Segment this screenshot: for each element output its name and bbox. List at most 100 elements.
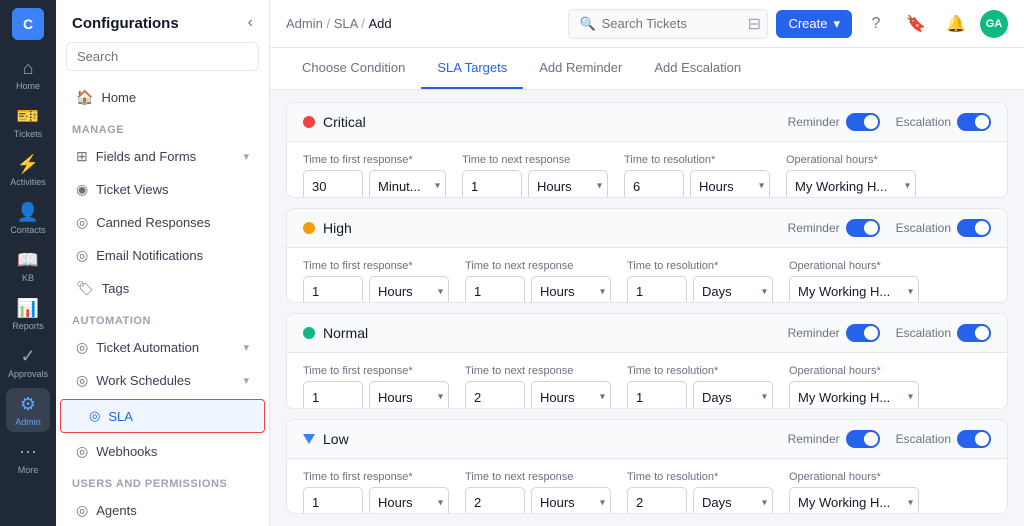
agents-icon: ◎ xyxy=(76,502,88,519)
low-op-hours-label: Operational hours* xyxy=(789,471,919,483)
sidebar-item-webhooks[interactable]: ◎ Webhooks xyxy=(60,435,265,468)
help-icon[interactable]: ? xyxy=(860,8,892,40)
sidebar-sla-label: SLA xyxy=(108,409,133,424)
nav-kb[interactable]: 📖 KB xyxy=(6,244,50,288)
low-next-response-input[interactable] xyxy=(465,487,525,515)
high-op-hours-select[interactable]: My Working H... xyxy=(789,276,919,304)
low-next-response-unit-select[interactable]: Hours Minutes Days xyxy=(531,487,611,515)
sla-card-normal-header: Normal Reminder Escalation xyxy=(287,314,1007,353)
high-reminder-toggle[interactable] xyxy=(846,219,880,237)
critical-op-hours-select[interactable]: My Working H... xyxy=(786,170,916,198)
high-resolution-unit-select[interactable]: Days Hours Minutes xyxy=(693,276,773,304)
sidebar-item-sla[interactable]: ◎ SLA xyxy=(60,399,265,433)
low-reminder-toggle[interactable] xyxy=(846,430,880,448)
high-first-response-unit-wrapper: Hours Minutes Days xyxy=(369,276,449,304)
create-label: Create xyxy=(788,16,827,31)
low-first-response-unit-select[interactable]: Hours Minutes Days xyxy=(369,487,449,515)
create-button[interactable]: Create ▾ xyxy=(776,10,852,38)
low-priority-triangle xyxy=(303,434,315,444)
critical-first-response-input[interactable] xyxy=(303,170,363,198)
normal-reminder-toggle[interactable] xyxy=(846,324,880,342)
critical-first-response-unit-wrapper: Minut... Hours Days xyxy=(369,170,446,198)
normal-next-response-input[interactable] xyxy=(465,381,525,409)
sidebar-search-input[interactable] xyxy=(66,42,259,71)
tab-sla-targets[interactable]: SLA Targets xyxy=(421,48,523,89)
high-first-response-unit-select[interactable]: Hours Minutes Days xyxy=(369,276,449,304)
normal-escalation-toggle[interactable] xyxy=(957,324,991,342)
critical-escalation-toggle[interactable] xyxy=(957,113,991,131)
nav-tickets[interactable]: 🎫 Tickets xyxy=(6,100,50,144)
notification-icon[interactable]: 🔔 xyxy=(940,8,972,40)
high-next-response-unit-select[interactable]: Hours Minutes Days xyxy=(531,276,611,304)
normal-resolution-unit-select[interactable]: Days Hours Minutes xyxy=(693,381,773,409)
tab-choose-condition[interactable]: Choose Condition xyxy=(286,48,421,89)
webhooks-icon: ◎ xyxy=(76,443,88,460)
search-input[interactable] xyxy=(602,16,742,31)
nav-reports[interactable]: 📊 Reports xyxy=(6,292,50,336)
filter-icon[interactable]: ⊟ xyxy=(748,14,761,34)
normal-op-hours-select[interactable]: My Working H... xyxy=(789,381,919,409)
sidebar-item-home[interactable]: 🏠 Home xyxy=(60,81,265,114)
critical-resolution-unit-select[interactable]: Hours Minutes Days xyxy=(690,170,770,198)
sidebar-item-tags[interactable]: 🏷 Tags xyxy=(60,272,265,305)
nav-activities[interactable]: ⚡ Activities xyxy=(6,148,50,192)
low-escalation-label: Escalation xyxy=(896,432,951,446)
critical-first-response-unit-select[interactable]: Minut... Hours Days xyxy=(369,170,446,198)
high-next-response-input[interactable] xyxy=(465,276,525,304)
nav-admin[interactable]: ⚙ Admin xyxy=(6,388,50,432)
normal-op-hours-wrapper: My Working H... xyxy=(789,381,919,409)
chevron-down-icon2: ▾ xyxy=(243,374,249,387)
normal-next-response-unit-select[interactable]: Hours Minutes Days xyxy=(531,381,611,409)
breadcrumb-current: Add xyxy=(368,16,391,31)
sidebar-item-email-notifications[interactable]: ◎ Email Notifications xyxy=(60,239,265,272)
ticket-views-icon: ◉ xyxy=(76,181,88,198)
normal-first-response-unit-select[interactable]: Hours Minutes Days xyxy=(369,381,449,409)
low-resolution-unit-select[interactable]: Days Hours Minutes xyxy=(693,487,773,515)
tab-add-reminder[interactable]: Add Reminder xyxy=(523,48,638,89)
nav-home[interactable]: ⌂ Home xyxy=(6,52,50,96)
normal-priority-dot xyxy=(303,327,315,339)
high-op-hours-label: Operational hours* xyxy=(789,260,919,272)
low-resolution-input[interactable] xyxy=(627,487,687,515)
low-escalation-toggle[interactable] xyxy=(957,430,991,448)
sla-card-high-header: High Reminder Escalation xyxy=(287,209,1007,248)
sidebar-item-work-schedules[interactable]: ◎ Work Schedules ▾ xyxy=(60,364,265,397)
nav-more[interactable]: ⋯ More xyxy=(6,436,50,480)
nav-approvals[interactable]: ✓ Approvals xyxy=(6,340,50,384)
critical-next-response: Time to next response Hours Minutes Days xyxy=(462,154,608,198)
normal-next-response-unit-wrapper: Hours Minutes Days xyxy=(531,381,611,409)
critical-next-response-unit-select[interactable]: Hours Minutes Days xyxy=(528,170,608,198)
sidebar-item-canned-responses[interactable]: ◎ Canned Responses xyxy=(60,206,265,239)
sidebar-item-fields-forms[interactable]: ⊞ Fields and Forms ▾ xyxy=(60,140,265,173)
sidebar-collapse-button[interactable]: ‹ xyxy=(248,14,253,32)
critical-op-hours-wrapper: My Working H... xyxy=(786,170,916,198)
normal-first-response-unit-wrapper: Hours Minutes Days xyxy=(369,381,449,409)
normal-first-response-input[interactable] xyxy=(303,381,363,409)
sidebar-ticket-views-label: Ticket Views xyxy=(96,182,168,197)
low-op-hours-select[interactable]: My Working H... xyxy=(789,487,919,515)
critical-reminder-toggle[interactable] xyxy=(846,113,880,131)
manage-section-label: MANAGE xyxy=(56,114,269,140)
low-first-response-input[interactable] xyxy=(303,487,363,515)
normal-next-response-row: Hours Minutes Days xyxy=(465,381,611,409)
critical-next-response-unit-wrapper: Hours Minutes Days xyxy=(528,170,608,198)
high-first-response: Time to first response* Hours Minutes Da… xyxy=(303,260,449,304)
bookmark-icon[interactable]: 🔖 xyxy=(900,8,932,40)
normal-resolution-input[interactable] xyxy=(627,381,687,409)
high-first-response-input[interactable] xyxy=(303,276,363,304)
nav-contacts[interactable]: 👤 Contacts xyxy=(6,196,50,240)
sidebar-item-agents[interactable]: ◎ Agents xyxy=(60,494,265,526)
avatar[interactable]: GA xyxy=(980,10,1008,38)
sidebar-item-ticket-views[interactable]: ◉ Ticket Views xyxy=(60,173,265,206)
critical-resolution: Time to resolution* Hours Minutes Days xyxy=(624,154,770,198)
critical-next-response-input[interactable] xyxy=(462,170,522,198)
normal-resolution-label: Time to resolution* xyxy=(627,365,773,377)
high-op-hours-row: My Working H... xyxy=(789,276,919,304)
high-resolution-input[interactable] xyxy=(627,276,687,304)
high-escalation-toggle[interactable] xyxy=(957,219,991,237)
sidebar-item-ticket-automation[interactable]: ◎ Ticket Automation ▾ xyxy=(60,331,265,364)
tab-add-escalation[interactable]: Add Escalation xyxy=(638,48,757,89)
critical-first-response: Time to first response* Minut... Hours D… xyxy=(303,154,446,198)
more-icon: ⋯ xyxy=(19,442,37,463)
critical-resolution-input[interactable] xyxy=(624,170,684,198)
